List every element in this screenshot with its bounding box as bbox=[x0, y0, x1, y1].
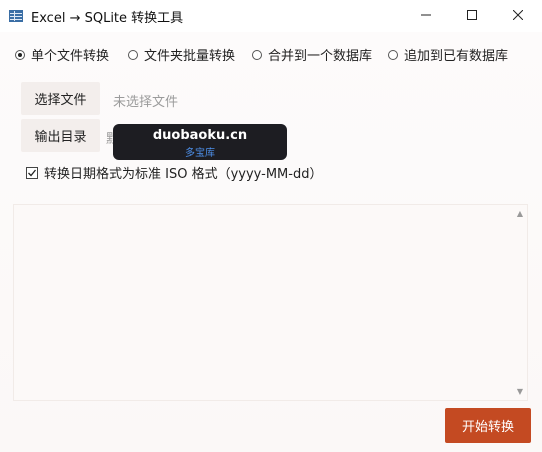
maximize-icon bbox=[467, 9, 477, 24]
close-icon bbox=[512, 9, 524, 24]
mode-radio-folder-batch[interactable]: 文件夹批量转换 bbox=[128, 45, 235, 64]
mode-radio-merge[interactable]: 合并到一个数据库 bbox=[252, 45, 372, 64]
minimize-button[interactable] bbox=[403, 0, 449, 32]
mode-radio-append[interactable]: 追加到已有数据库 bbox=[388, 45, 508, 64]
start-convert-button[interactable]: 开始转换 bbox=[445, 408, 531, 443]
table-app-icon bbox=[8, 8, 24, 24]
date-format-label: 转换日期格式为标准 ISO 格式（yyyy-MM-dd） bbox=[44, 167, 323, 182]
scroll-up-icon[interactable]: ▲ bbox=[517, 209, 523, 218]
mode-label: 合并到一个数据库 bbox=[268, 49, 373, 64]
scroll-down-icon[interactable]: ▼ bbox=[517, 387, 523, 396]
date-format-option[interactable]: 转换日期格式为标准 ISO 格式（yyyy-MM-dd） bbox=[26, 163, 322, 182]
mode-label: 单个文件转换 bbox=[31, 49, 110, 64]
watermark-subtext: 多宝库 bbox=[185, 148, 215, 159]
log-output-area[interactable]: ▲ ▼ bbox=[13, 204, 528, 401]
output-dir-button[interactable]: 输出目录 bbox=[21, 119, 100, 152]
file-status-text: 未选择文件 bbox=[113, 95, 179, 110]
radio-icon[interactable] bbox=[252, 49, 262, 60]
radio-selected-icon[interactable] bbox=[15, 49, 25, 60]
radio-icon[interactable] bbox=[128, 49, 138, 60]
minimize-icon bbox=[421, 9, 431, 24]
title-bar: Excel → SQLite 转换工具 bbox=[0, 0, 542, 32]
checkbox-checked-icon[interactable] bbox=[26, 166, 38, 179]
window-title: Excel → SQLite 转换工具 bbox=[31, 11, 184, 26]
mode-label: 追加到已有数据库 bbox=[404, 49, 509, 64]
watermark-text: duobaoku.cn bbox=[152, 128, 248, 143]
watermark-overlay: duobaoku.cn 多宝库 bbox=[113, 124, 287, 160]
mode-radio-single[interactable]: 单个文件转换 bbox=[15, 45, 109, 64]
mode-label: 文件夹批量转换 bbox=[144, 49, 236, 64]
main-panel: 单个文件转换 文件夹批量转换 合并到一个数据库 追加到已有数据库 选择文件 未选… bbox=[0, 32, 542, 452]
radio-icon[interactable] bbox=[388, 49, 398, 60]
choose-file-button[interactable]: 选择文件 bbox=[21, 82, 100, 115]
maximize-button[interactable] bbox=[449, 0, 495, 32]
close-button[interactable] bbox=[495, 0, 541, 32]
